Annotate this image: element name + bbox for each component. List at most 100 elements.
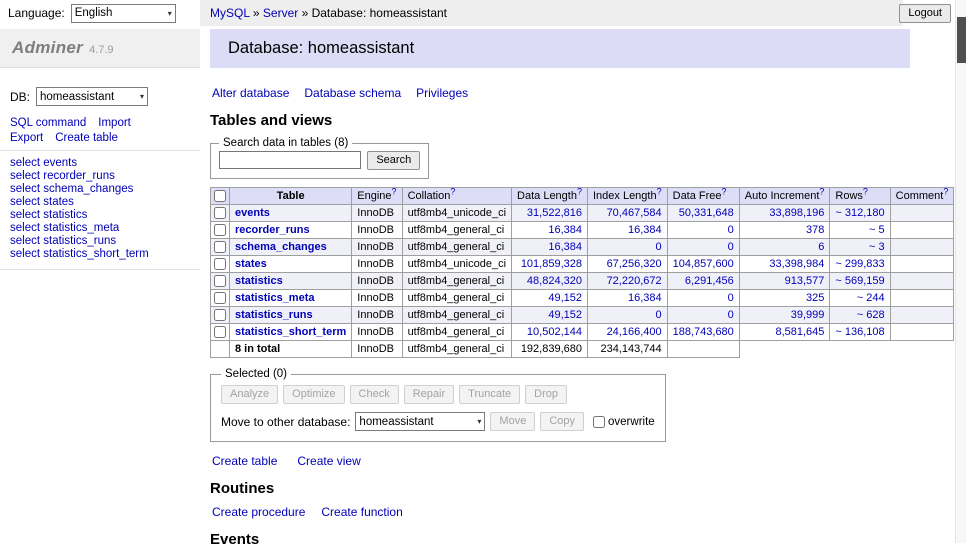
- data_length-link[interactable]: 101,859,328: [521, 258, 582, 270]
- data_free-link[interactable]: 50,331,648: [679, 207, 734, 219]
- drop-button[interactable]: Drop: [525, 385, 567, 404]
- optimize-button[interactable]: Optimize: [283, 385, 344, 404]
- auto_increment-link[interactable]: 8,581,645: [775, 326, 824, 338]
- table-name-link-schema_changes[interactable]: schema_changes: [235, 241, 327, 253]
- rows-link[interactable]: ~ 5: [869, 224, 885, 236]
- auto_increment-link[interactable]: 378: [806, 224, 824, 236]
- row-checkbox-statistics_runs[interactable]: [214, 309, 226, 321]
- action-privileges[interactable]: Privileges: [416, 86, 468, 100]
- rows-link[interactable]: ~ 312,180: [835, 207, 884, 219]
- data_free-link[interactable]: 188,743,680: [673, 326, 734, 338]
- logout-button[interactable]: Logout: [899, 4, 951, 23]
- row-checkbox-schema_changes[interactable]: [214, 241, 226, 253]
- table-link-statistics_short_term[interactable]: statistics_short_term: [43, 248, 148, 260]
- data_free-link[interactable]: 6,291,456: [685, 275, 734, 287]
- table-link-statistics_meta[interactable]: statistics_meta: [43, 222, 119, 234]
- rows-link[interactable]: ~ 3: [869, 241, 885, 253]
- check-button[interactable]: Check: [350, 385, 399, 404]
- help-icon[interactable]: ?: [863, 186, 868, 196]
- table-name-link-statistics_short_term[interactable]: statistics_short_term: [235, 326, 346, 338]
- index_length-link[interactable]: 70,467,584: [607, 207, 662, 219]
- table-link-recorder_runs[interactable]: recorder_runs: [43, 170, 115, 182]
- rows-link[interactable]: ~ 569,159: [835, 275, 884, 287]
- action-database-schema[interactable]: Database schema: [304, 86, 401, 100]
- link-create-table[interactable]: Create table: [212, 454, 277, 468]
- repair-button[interactable]: Repair: [404, 385, 454, 404]
- move-button[interactable]: Move: [490, 412, 535, 431]
- help-icon[interactable]: ?: [577, 186, 582, 196]
- action-alter-database[interactable]: Alter database: [212, 86, 289, 100]
- row-checkbox-statistics[interactable]: [214, 275, 226, 287]
- link-create-function[interactable]: Create function: [321, 505, 402, 519]
- rows-link[interactable]: ~ 628: [857, 309, 885, 321]
- table-name-link-recorder_runs[interactable]: recorder_runs: [235, 224, 310, 236]
- copy-button[interactable]: Copy: [540, 412, 584, 431]
- table-link-events[interactable]: events: [43, 157, 77, 169]
- table-name-link-events[interactable]: events: [235, 207, 270, 219]
- overwrite-checkbox[interactable]: [593, 416, 605, 428]
- auto_increment-link[interactable]: 39,999: [791, 309, 825, 321]
- index_length-link[interactable]: 72,220,672: [607, 275, 662, 287]
- auto_increment-link[interactable]: 325: [806, 292, 824, 304]
- select-link-statistics_runs[interactable]: select: [10, 235, 40, 247]
- help-icon[interactable]: ?: [450, 186, 455, 196]
- data_length-link[interactable]: 10,502,144: [527, 326, 582, 338]
- table-name-link-statistics_meta[interactable]: statistics_meta: [235, 292, 315, 304]
- select-link-statistics[interactable]: select: [10, 209, 40, 221]
- data_free-link[interactable]: 0: [728, 309, 734, 321]
- table-name-link-statistics_runs[interactable]: statistics_runs: [235, 309, 313, 321]
- analyze-button[interactable]: Analyze: [221, 385, 278, 404]
- rows-link[interactable]: ~ 136,108: [835, 326, 884, 338]
- rows-link[interactable]: ~ 244: [857, 292, 885, 304]
- breadcrumb-item-mysql[interactable]: MySQL: [210, 6, 250, 20]
- move-db-select[interactable]: homeassistant: [355, 412, 485, 431]
- scrollbar-thumb[interactable]: [957, 17, 966, 63]
- auto_increment-link[interactable]: 33,898,196: [769, 207, 824, 219]
- data_length-link[interactable]: 48,824,320: [527, 275, 582, 287]
- data_free-link[interactable]: 0: [728, 241, 734, 253]
- table-link-states[interactable]: states: [43, 196, 74, 208]
- row-checkbox-statistics_meta[interactable]: [214, 292, 226, 304]
- data_length-link[interactable]: 31,522,816: [527, 207, 582, 219]
- db-select[interactable]: homeassistant: [36, 87, 148, 106]
- index_length-link[interactable]: 0: [656, 241, 662, 253]
- table-name-link-states[interactable]: states: [235, 258, 267, 270]
- check-all-checkbox[interactable]: [214, 190, 226, 202]
- select-link-recorder_runs[interactable]: select: [10, 170, 40, 182]
- help-icon[interactable]: ?: [819, 186, 824, 196]
- data_length-link[interactable]: 16,384: [548, 224, 582, 236]
- rows-link[interactable]: ~ 299,833: [835, 258, 884, 270]
- sidebar-link-export[interactable]: Export: [10, 132, 43, 144]
- table-name-link-statistics[interactable]: statistics: [235, 275, 283, 287]
- select-link-schema_changes[interactable]: select: [10, 183, 40, 195]
- search-button[interactable]: Search: [367, 151, 420, 170]
- index_length-link[interactable]: 0: [656, 309, 662, 321]
- breadcrumb-item-server[interactable]: Server: [263, 6, 298, 20]
- sidebar-link-create-table[interactable]: Create table: [55, 132, 118, 144]
- index_length-link[interactable]: 24,166,400: [607, 326, 662, 338]
- auto_increment-link[interactable]: 913,577: [785, 275, 825, 287]
- scrollbar[interactable]: [955, 0, 966, 543]
- select-link-events[interactable]: select: [10, 157, 40, 169]
- sidebar-link-sql-command[interactable]: SQL command: [10, 117, 86, 129]
- data_free-link[interactable]: 0: [728, 292, 734, 304]
- table-link-statistics_runs[interactable]: statistics_runs: [43, 235, 116, 247]
- select-link-states[interactable]: select: [10, 196, 40, 208]
- help-icon[interactable]: ?: [657, 186, 662, 196]
- select-link-statistics_meta[interactable]: select: [10, 222, 40, 234]
- language-select[interactable]: English: [71, 4, 176, 23]
- link-create-view[interactable]: Create view: [297, 454, 360, 468]
- link-create-procedure[interactable]: Create procedure: [212, 505, 305, 519]
- sidebar-link-import[interactable]: Import: [98, 117, 131, 129]
- truncate-button[interactable]: Truncate: [459, 385, 520, 404]
- row-checkbox-states[interactable]: [214, 258, 226, 270]
- row-checkbox-events[interactable]: [214, 207, 226, 219]
- search-input[interactable]: [219, 151, 361, 169]
- help-icon[interactable]: ?: [722, 186, 727, 196]
- auto_increment-link[interactable]: 6: [818, 241, 824, 253]
- help-icon[interactable]: ?: [943, 186, 948, 196]
- data_length-link[interactable]: 49,152: [548, 292, 582, 304]
- help-icon[interactable]: ?: [392, 186, 397, 196]
- index_length-link[interactable]: 16,384: [628, 292, 662, 304]
- select-link-statistics_short_term[interactable]: select: [10, 248, 40, 260]
